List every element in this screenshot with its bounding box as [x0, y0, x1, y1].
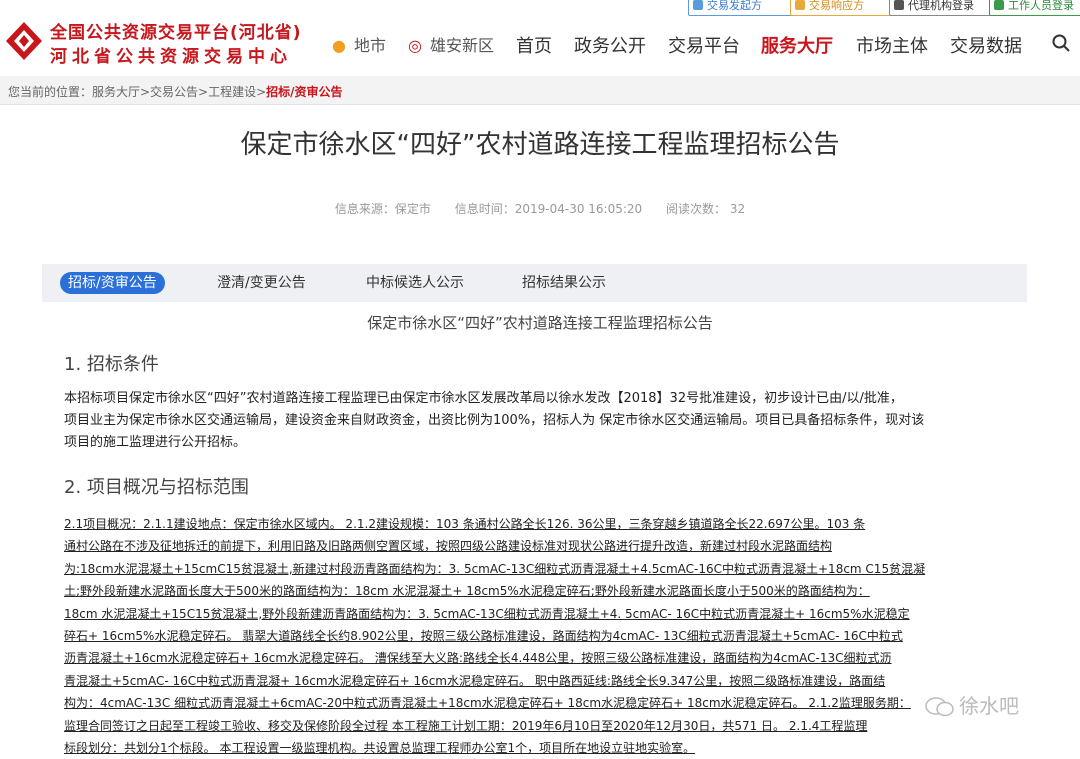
page-title: 保定市徐水区“四好”农村道路连接工程监理招标公告 [240, 130, 840, 160]
paragraph-line: 碎石+ 16cm5%水泥稳定碎石。 翡翠大道路线全长约8.902公里，按照三级公… [64, 629, 903, 644]
document-title: 保定市徐水区“四好”农村道路连接工程监理招标公告 [367, 314, 713, 332]
user-icon [795, 0, 805, 10]
nav-xiongan[interactable]: ◎ 雄安新区 [408, 32, 494, 56]
site-name-line2: 河北省公共资源交易中心 [50, 47, 292, 67]
view-count: 阅读次数： 32 [666, 202, 746, 216]
nav-gov-affairs[interactable]: 政务公开 [574, 32, 646, 58]
breadcrumb-current[interactable]: 招标/资审公告 [266, 85, 342, 99]
location-pin-icon: ● [332, 36, 346, 55]
nav-trade-data[interactable]: 交易数据 [950, 32, 1022, 58]
wechat-icon [925, 697, 954, 717]
paragraph-line: 本招标项目保定市徐水区“四好”农村道路连接工程监理已由保定市徐水区发展改革局以徐… [64, 391, 903, 406]
paragraph-line: 项目业主为保定市徐水区交通运输局，建设资金来自财政资金，出资比例为100%，招标… [64, 413, 925, 428]
section-heading-1: 1. 招标条件 [64, 354, 159, 375]
tab-tender-notice[interactable]: 招标/资审公告 [60, 272, 165, 294]
paragraph-line: 标段划分：共划分1个标段。 本工程设置一级监理机构。共设置总监理工程师办公室1个… [64, 741, 696, 756]
site-name-line1: 全国公共资源交易平台(河北省) [50, 23, 302, 43]
breadcrumb: 您当前的位置：服务大厅>交易公告>工程建设>招标/资审公告 [8, 85, 343, 99]
section-1-body: 本招标项目保定市徐水区“四好”农村道路连接工程监理已由保定市徐水区发展改革局以徐… [64, 388, 1024, 454]
site-header: 全国公共资源交易平台(河北省) 河北省公共资源交易中心 ● 地市 ◎ 雄安新区 首页… [0, 16, 1080, 74]
tab-candidate-publicity[interactable]: 中标候选人公示 [366, 272, 464, 294]
paragraph-line: 青混凝土+5cmAC- 16C中粒式沥青混凝+ 16cm水泥稳定碎石+ 16cm… [64, 673, 886, 688]
search-icon[interactable] [1052, 34, 1070, 52]
person-icon [994, 0, 1004, 10]
section-2-body: 2.1项目概况：2.1.1建设地点：保定市徐水区域内。 2.1.2建设规模：10… [64, 513, 1026, 759]
nav-home[interactable]: 首页 [516, 32, 552, 58]
article-meta: 信息来源：保定市 信息时间：2019-04-30 16:05:20 阅读次数： … [0, 200, 1080, 217]
notice-tabs: 招标/资审公告 澄清/变更公告 中标候选人公示 招标结果公示 [42, 264, 1027, 302]
paragraph-line: 监理合同签订之日起至工程竣工验收、移交及保修阶段全过程 本工程施工计划工期：20… [64, 718, 868, 733]
info-source: 信息来源：保定市 [334, 202, 431, 216]
paragraph-line: 2.1项目概况：2.1.1建设地点：保定市徐水区域内。 2.1.2建设规模：10… [64, 517, 866, 531]
paragraph-line: 项目的施工监理进行公开招标。 [64, 435, 247, 450]
info-time: 信息时间：2019-04-30 16:05:20 [454, 202, 643, 216]
nav-city[interactable]: ● 地市 [332, 32, 386, 56]
paragraph-line: 为:18cm水泥混凝土+15cmC15贫混凝土,新建过村段沥青路面结构为：3. … [64, 561, 926, 576]
paragraph-line: 18cm 水泥混凝土+15C15贫混凝土,野外段新建沥青路面结构为：3. 5cm… [64, 606, 910, 621]
paragraph-line: 土;野外段新建水泥路面长度大于500米的路面结构为：18cm 水泥混凝土+ 18… [64, 584, 870, 599]
watermark: 徐水吧 [925, 690, 1019, 719]
building-icon [894, 0, 904, 10]
utility-bar: 交易发起方 交易响应方 代理机构登录 工作人员登录 [0, 0, 1080, 16]
agency-login-button[interactable]: 代理机构登录 [889, 0, 993, 16]
section-heading-2: 2. 项目概况与招标范围 [64, 477, 249, 498]
user-icon [693, 0, 703, 10]
breadcrumb-bar: 您当前的位置：服务大厅>交易公告>工程建设>招标/资审公告 [0, 76, 1080, 105]
paragraph-line: 构为：4cmAC-13C 细粒式沥青混凝土+6cmAC-20中粒式沥青混凝土+1… [64, 696, 911, 711]
tab-clarification[interactable]: 澄清/变更公告 [217, 272, 306, 294]
nav-trade-platform[interactable]: 交易平台 [668, 32, 740, 58]
globe-icon: ◎ [408, 36, 422, 55]
paragraph-line: 通村公路在不涉及征地拆迁的前提下，利用旧路及旧路两侧空置区域，按照四级公路建设标… [64, 539, 833, 554]
staff-login-button[interactable]: 工作人员登录 [989, 0, 1080, 16]
paragraph-line: 沥青混凝土+16cm水泥稳定碎石+ 16cm水泥稳定碎石。 漕保线至大义路:路线… [64, 651, 892, 666]
nav-service-hall[interactable]: 服务大厅 [761, 32, 833, 58]
responder-login-button[interactable]: 交易响应方 [790, 0, 894, 16]
site-logo[interactable] [4, 20, 44, 62]
initiator-login-button[interactable]: 交易发起方 [688, 0, 794, 16]
tab-result-publicity[interactable]: 招标结果公示 [522, 272, 606, 294]
nav-market-entities[interactable]: 市场主体 [856, 32, 928, 58]
